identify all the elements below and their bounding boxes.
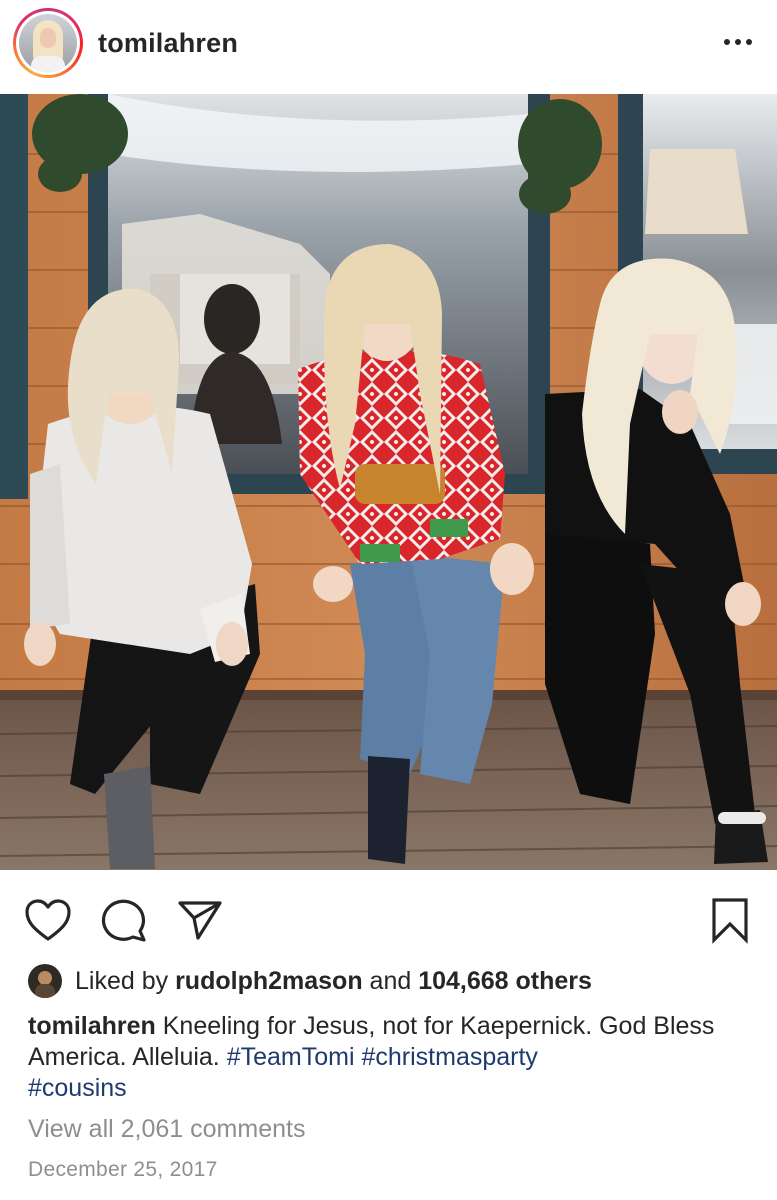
likes-prefix: Liked by	[75, 966, 169, 995]
post-caption: tomilahren Kneeling for Jesus, not for K…	[28, 1011, 748, 1104]
likes-joiner: and	[369, 966, 412, 995]
post-date: December 25, 2017	[28, 1158, 218, 1181]
view-comments-link[interactable]: View all 2,061 comments	[28, 1115, 305, 1144]
send-icon[interactable]	[174, 894, 226, 946]
liker-avatar[interactable]	[28, 964, 62, 998]
story-ring[interactable]	[13, 8, 83, 78]
caption-username[interactable]: tomilahren	[28, 1012, 156, 1040]
liker-username[interactable]: rudolph2mason	[175, 967, 363, 996]
hashtag-link[interactable]: #TeamTomi	[227, 1043, 355, 1071]
post-header: tomilahren	[0, 0, 777, 94]
bookmark-icon[interactable]	[704, 894, 756, 946]
post-username[interactable]: tomilahren	[98, 28, 238, 59]
hashtag-link[interactable]: #christmasparty	[361, 1043, 537, 1071]
photo-illustration	[0, 94, 777, 870]
more-options-icon[interactable]	[716, 24, 760, 60]
action-bar	[0, 870, 777, 965]
avatar[interactable]	[19, 14, 77, 72]
likes-summary: Liked by rudolph2mason and 104,668 other…	[28, 962, 592, 1000]
heart-icon[interactable]	[22, 894, 74, 946]
likes-count[interactable]: 104,668 others	[418, 967, 592, 996]
hashtag-link[interactable]: #cousins	[28, 1074, 127, 1102]
avatar-frame	[16, 11, 80, 75]
comment-icon[interactable]	[98, 894, 150, 946]
post-photo[interactable]	[0, 94, 777, 870]
